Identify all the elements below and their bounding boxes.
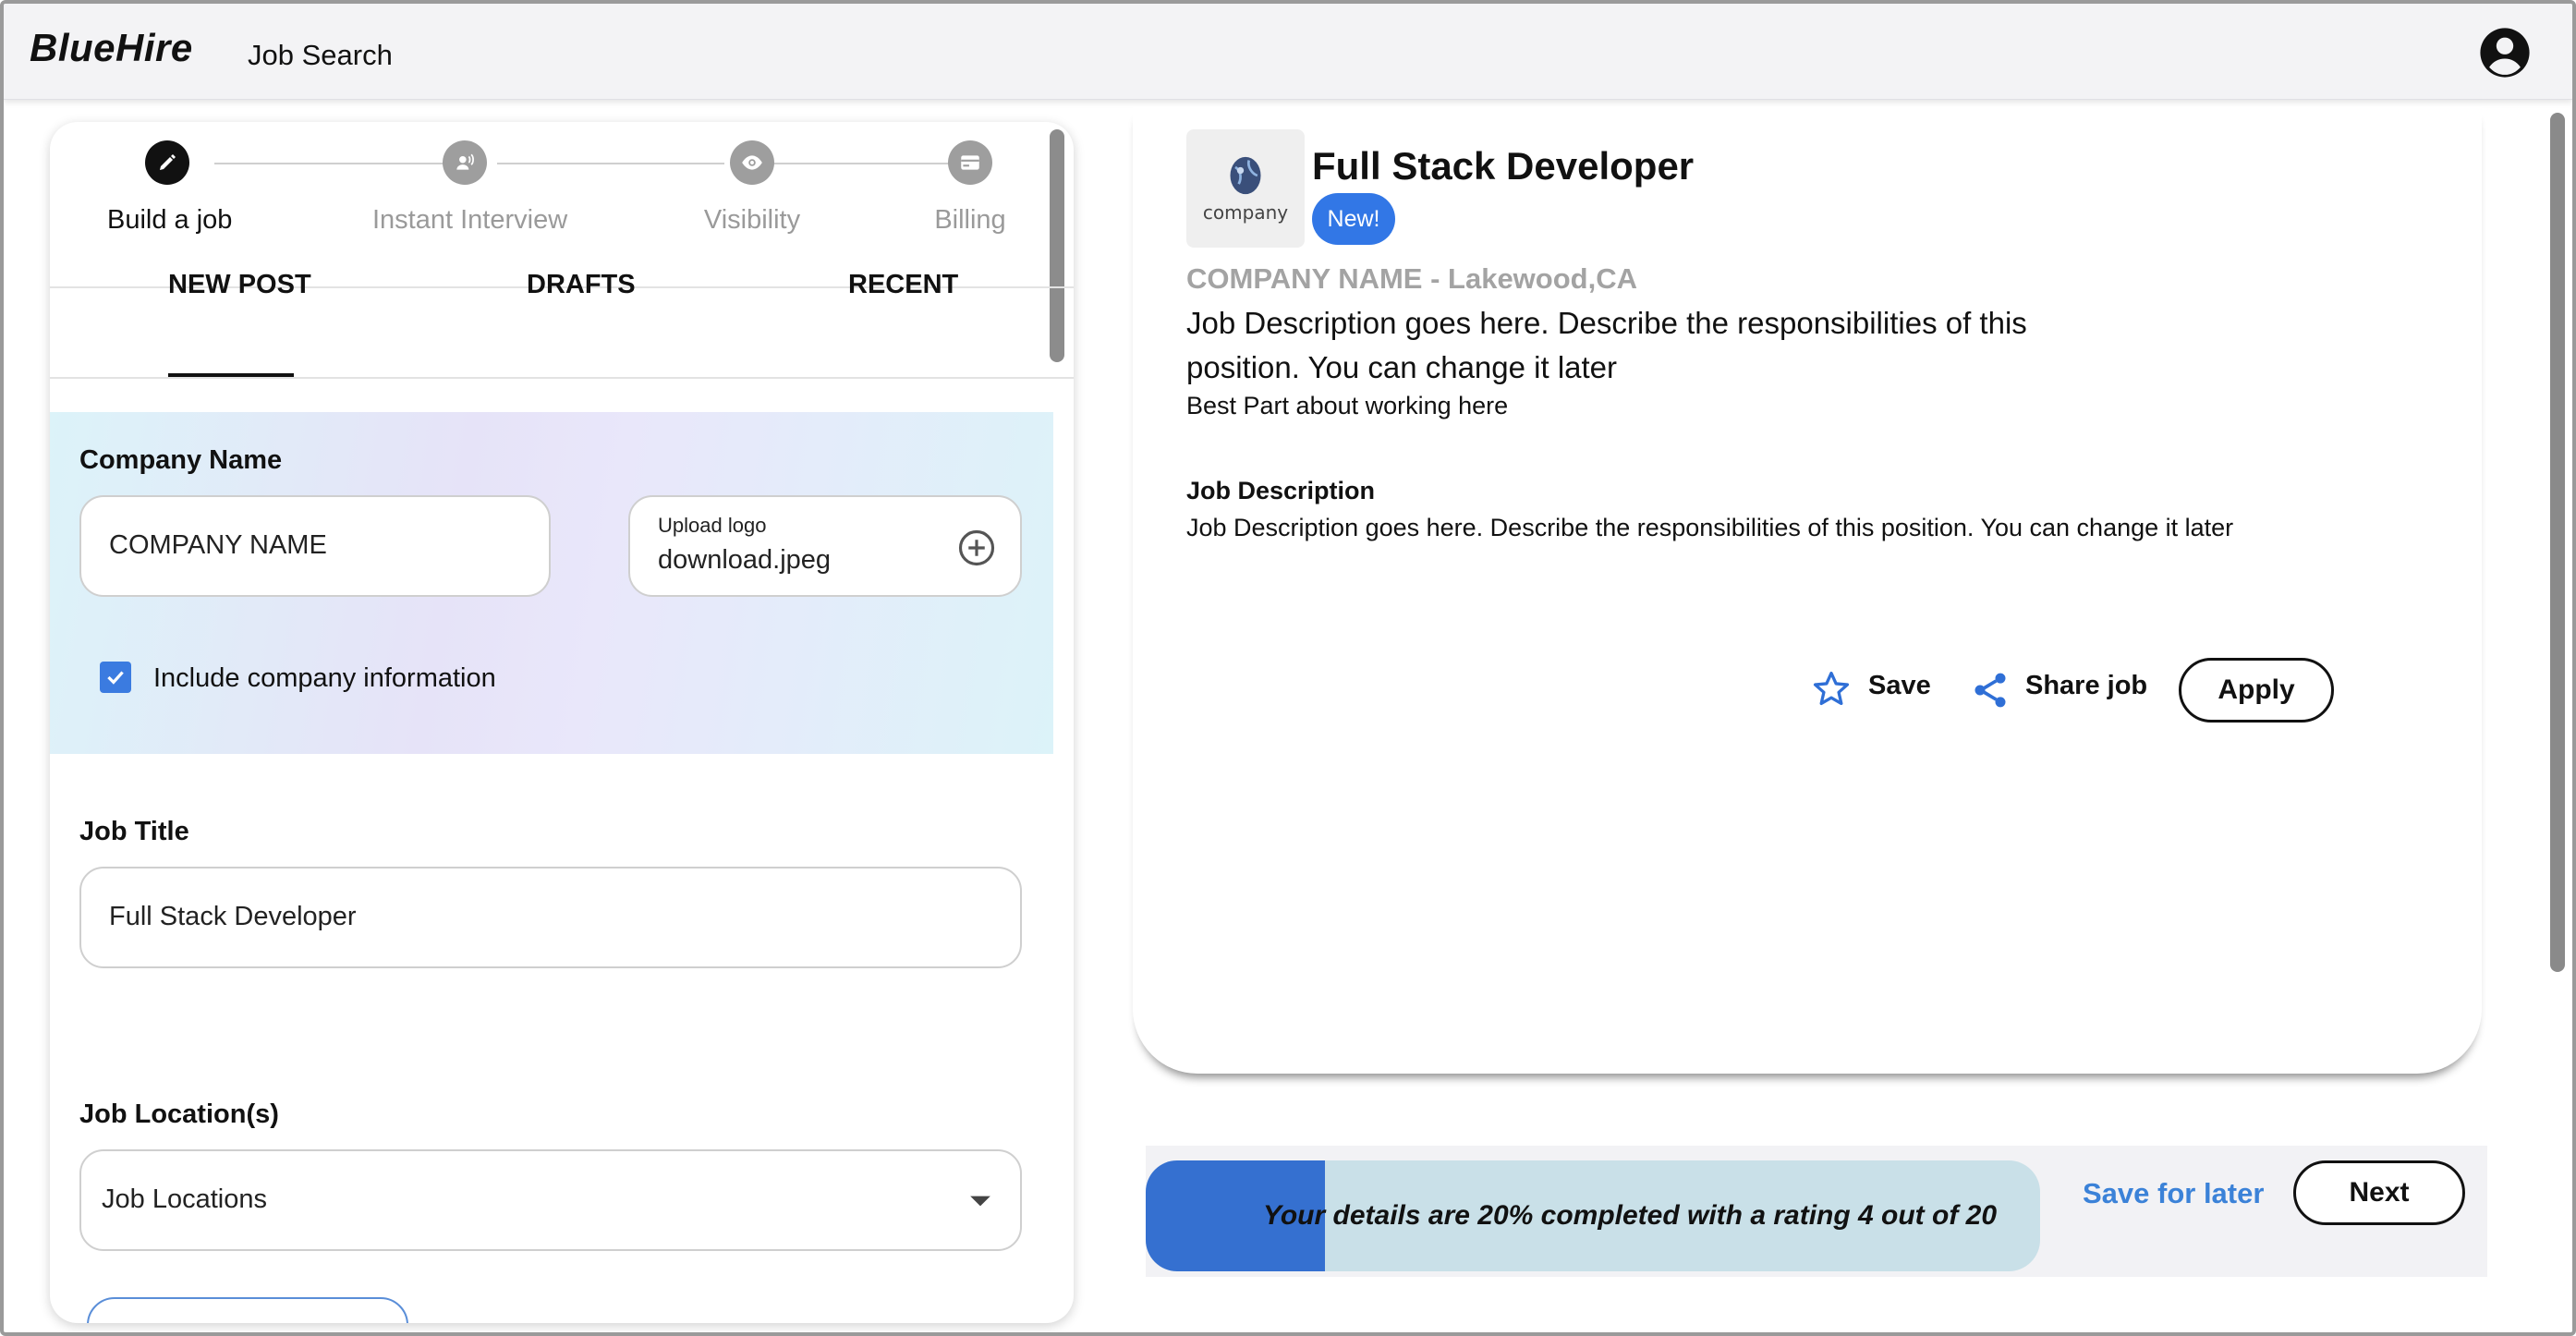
- job-preview-card: [1133, 107, 2482, 1074]
- step-label: Billing: [934, 205, 1006, 235]
- step-build-a-job[interactable]: Build a job: [107, 140, 233, 236]
- active-tab-indicator: [168, 373, 294, 377]
- company-name-label: Company Name: [79, 445, 283, 475]
- tab-new-post[interactable]: NEW POST: [168, 270, 311, 300]
- logo-text: company: [1202, 201, 1289, 224]
- progress-bar: Your details are 20% completed with a ra…: [1146, 1160, 2040, 1271]
- job-location-label: Job Location(s): [79, 1099, 279, 1129]
- tab-drafts[interactable]: DRAFTS: [527, 270, 636, 300]
- preview-company-location: COMPANY NAME - Lakewood,CA: [1186, 262, 1637, 295]
- add-location-chip[interactable]: [87, 1297, 408, 1323]
- step-instant-interview[interactable]: Instant Interview: [372, 140, 568, 236]
- pencil-icon: [145, 140, 189, 185]
- step-label: Instant Interview: [372, 205, 568, 235]
- step-visibility[interactable]: Visibility: [687, 140, 817, 236]
- next-button[interactable]: Next: [2293, 1160, 2465, 1225]
- job-location-select[interactable]: Job Locations: [79, 1149, 1022, 1251]
- preview-best-part: Best Part about working here: [1186, 392, 1509, 419]
- apply-button[interactable]: Apply: [2179, 658, 2334, 723]
- tab-recent[interactable]: RECENT: [848, 270, 958, 300]
- globe-logo-icon: [1230, 156, 1261, 195]
- upload-logo-label: Upload logo: [658, 514, 767, 537]
- app-window: BlueHire Job Search Build a job Instant …: [0, 0, 2576, 1336]
- job-title-field[interactable]: Full Stack Developer: [79, 867, 1022, 968]
- dropdown-arrow-icon: [970, 1196, 990, 1207]
- step-billing[interactable]: Billing: [924, 140, 1016, 236]
- checkmark-icon: [107, 671, 124, 685]
- include-company-label: Include company information: [153, 663, 496, 693]
- preview-jd-heading: Job Description: [1186, 477, 1376, 504]
- preview-job-title: Full Stack Developer: [1312, 144, 1695, 188]
- stepper: Build a job Instant Interview Visibility…: [50, 122, 1074, 288]
- credit-card-icon: [948, 140, 992, 185]
- eye-icon: [730, 140, 774, 185]
- job-title-label: Job Title: [79, 817, 189, 846]
- brand-logo[interactable]: BlueHire: [30, 26, 193, 70]
- top-bar: BlueHire Job Search: [4, 4, 2572, 100]
- company-name-field[interactable]: COMPANY NAME: [79, 495, 551, 597]
- post-tabs: [50, 290, 1074, 379]
- upload-logo-field[interactable]: Upload logo download.jpeg: [628, 495, 1022, 597]
- job-location-value: Job Locations: [102, 1184, 267, 1214]
- upload-logo-filename: download.jpeg: [658, 545, 832, 575]
- progress-text: Your details are 20% completed with a ra…: [1262, 1200, 1998, 1231]
- save-job-button[interactable]: Save: [1868, 671, 1931, 701]
- step-label: Build a job: [107, 205, 233, 235]
- speaking-person-icon: [443, 140, 487, 185]
- preview-description: Job Description goes here. Describe the …: [1186, 306, 2027, 384]
- share-icon[interactable]: [1970, 669, 2011, 711]
- add-circle-icon[interactable]: [957, 528, 996, 567]
- save-for-later-link[interactable]: Save for later: [2083, 1177, 2264, 1210]
- job-title-value: Full Stack Developer: [109, 902, 357, 931]
- company-name-value: COMPANY NAME: [109, 530, 327, 560]
- preview-jd-body: Job Description goes here. Describe the …: [1186, 514, 2234, 541]
- job-builder-panel: Build a job Instant Interview Visibility…: [50, 122, 1074, 1323]
- new-badge: New!: [1312, 193, 1395, 245]
- share-job-button[interactable]: Share job: [2025, 671, 2147, 701]
- step-label: Visibility: [703, 205, 801, 235]
- account-circle-icon[interactable]: [2478, 26, 2532, 79]
- star-icon[interactable]: [1811, 669, 1852, 710]
- include-company-checkbox[interactable]: [100, 662, 131, 693]
- company-section: Company Name COMPANY NAME Upload logo do…: [50, 412, 1053, 754]
- company-logo: company: [1186, 129, 1305, 248]
- page-scrollbar[interactable]: [2550, 113, 2565, 972]
- nav-job-search[interactable]: Job Search: [248, 39, 393, 72]
